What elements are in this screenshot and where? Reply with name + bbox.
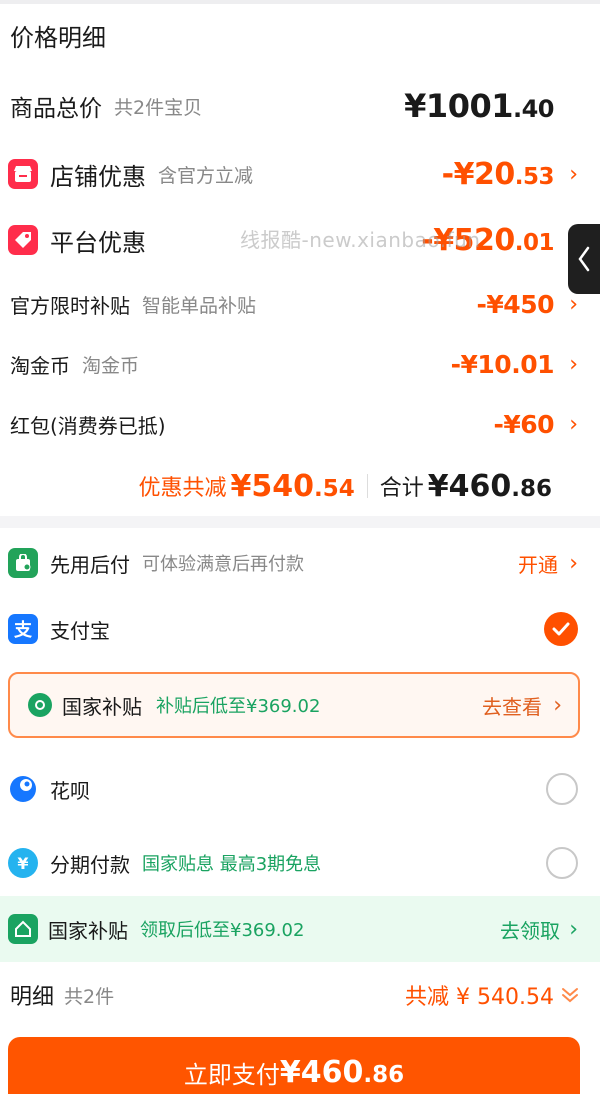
total-price-label: 商品总价 xyxy=(10,96,102,122)
divider xyxy=(366,474,368,498)
total-price-row: 商品总价 共2件宝贝 ¥1001.40 xyxy=(0,86,600,126)
grand-total-int: ¥460 xyxy=(427,468,512,504)
shop-icon xyxy=(8,159,38,189)
pay-now-dec: .86 xyxy=(363,1061,405,1088)
taojinbi-label: 淘金币 xyxy=(10,353,70,378)
red-packet-value: -¥60 xyxy=(493,409,554,439)
item-count: 共2件宝贝 xyxy=(114,96,203,119)
subsidy-box-action[interactable]: 去查看 xyxy=(482,691,542,720)
detail-saving: 共减 ¥ 540.54 xyxy=(405,985,554,1010)
taojinbi-row[interactable]: 淘金币 淘金币 -¥10.01 › xyxy=(0,344,600,384)
platform-discount-label: 平台优惠 xyxy=(50,228,146,257)
chevron-right-icon: › xyxy=(569,411,578,437)
platform-discount-dec: .01 xyxy=(514,229,555,256)
platform-discount-value: -¥520.01 xyxy=(421,223,554,258)
red-packet-row[interactable]: 红包(消费券已抵) -¥60 › xyxy=(0,404,600,444)
detail-label: 明细 xyxy=(10,985,55,1010)
huabei-icon xyxy=(8,774,38,804)
discount-total-value: ¥540.54 xyxy=(230,469,354,504)
total-price-value: ¥1001.40 xyxy=(404,87,554,125)
page-title-text: 价格明细 xyxy=(10,24,106,52)
shop-discount-row[interactable]: 店铺优惠 含官方立减 -¥20.53 › xyxy=(0,152,600,196)
pay-later-action[interactable]: 开通 xyxy=(518,549,558,578)
national-subsidy-band[interactable]: 国家补贴 领取后低至¥369.02 去领取 › xyxy=(0,896,600,962)
alipay-row[interactable]: 支 支付宝 xyxy=(0,608,600,650)
page-title: 价格明细 xyxy=(10,18,106,53)
shop-discount-dec: .53 xyxy=(514,163,555,190)
installment-label: 分期付款 xyxy=(50,852,130,877)
huabei-radio[interactable] xyxy=(546,773,578,805)
detail-row[interactable]: 明细 共2件 共减 ¥ 540.54 xyxy=(0,974,600,1016)
discount-total-label: 优惠共减 xyxy=(138,476,227,501)
taojinbi-value: -¥10.01 xyxy=(450,349,555,379)
official-subsidy-label: 官方限时补贴 xyxy=(10,293,130,318)
check-icon xyxy=(552,622,570,636)
grand-total-label: 合计 xyxy=(379,476,424,501)
pay-now-button[interactable]: 立即支付 ¥460.86 xyxy=(8,1037,580,1094)
chevron-right-icon: › xyxy=(569,916,578,942)
total-price-int: ¥1001 xyxy=(404,87,513,125)
shop-discount-value: -¥20.53 xyxy=(441,156,555,192)
chevron-right-icon: › xyxy=(553,692,562,718)
shop-discount-label: 店铺优惠 xyxy=(50,162,146,191)
subsidy-home-icon xyxy=(8,914,38,944)
shop-discount-sub: 含官方立减 xyxy=(158,164,254,187)
chevron-right-icon: › xyxy=(569,161,578,187)
alipay-label: 支付宝 xyxy=(50,618,110,643)
official-subsidy-row[interactable]: 官方限时补贴 智能单品补贴 -¥450 › xyxy=(0,284,600,324)
taojinbi-sub: 淘金币 xyxy=(82,354,140,377)
pay-now-int: ¥460 xyxy=(279,1054,364,1090)
subsidy-icon xyxy=(28,693,52,717)
price-detail-card: 价格明细 商品总价 共2件宝贝 ¥1001.40 店铺优惠 含官方立减 -¥20… xyxy=(0,0,600,516)
pay-now-price: ¥460.86 xyxy=(280,1055,404,1090)
official-subsidy-sub: 智能单品补贴 xyxy=(142,294,257,317)
red-packet-label: 红包(消费券已抵) xyxy=(10,413,166,438)
chevron-right-icon: › xyxy=(569,351,578,377)
grand-total-dec: .86 xyxy=(511,475,552,502)
tag-icon xyxy=(8,225,38,255)
chevron-left-icon xyxy=(578,246,590,272)
national-subsidy-box[interactable]: 国家补贴 补贴后低至¥369.02 去查看 › xyxy=(8,672,580,738)
huabei-row[interactable]: 花呗 xyxy=(0,768,600,810)
subsidy-box-label: 国家补贴 xyxy=(62,694,142,719)
pay-later-label: 先用后付 xyxy=(50,552,130,577)
installment-row[interactable]: ¥ 分期付款 国家贴息 最高3期免息 xyxy=(0,842,600,884)
alipay-selected-check[interactable] xyxy=(544,612,578,646)
discount-total-dec: .54 xyxy=(313,475,355,502)
chevron-right-icon: › xyxy=(569,291,578,317)
alipay-icon: 支 xyxy=(8,614,38,644)
pay-later-row[interactable]: 先用后付 可体验满意后再付款 开通 › xyxy=(0,542,600,584)
side-collapse-tab[interactable] xyxy=(568,224,600,294)
subsidy-band-label: 国家补贴 xyxy=(48,918,128,943)
huabei-label: 花呗 xyxy=(50,778,90,803)
installment-icon: ¥ xyxy=(8,848,38,878)
platform-discount-int: -¥520 xyxy=(421,222,515,258)
pay-now-label: 立即支付 xyxy=(183,1060,280,1089)
platform-discount-row[interactable]: 平台优惠 -¥520.01 xyxy=(0,218,600,262)
official-subsidy-value: -¥450 xyxy=(476,289,555,319)
subsidy-band-action[interactable]: 去领取 xyxy=(500,915,560,944)
alipay-glyph: 支 xyxy=(14,620,32,641)
grand-total-value: ¥460.86 xyxy=(428,469,552,504)
double-chevron-down-icon[interactable] xyxy=(560,985,580,1005)
subsidy-band-sub: 领取后低至¥369.02 xyxy=(140,920,305,941)
summary-row: 优惠共减 ¥540.54 合计 ¥460.86 xyxy=(0,464,600,508)
chevron-right-icon: › xyxy=(569,550,578,576)
shopping-bag-icon xyxy=(8,548,38,578)
total-price-dec: .40 xyxy=(512,95,555,123)
discount-total-int: ¥540 xyxy=(230,468,314,504)
detail-count: 共2件 xyxy=(64,985,115,1008)
installment-sub: 国家贴息 最高3期免息 xyxy=(142,854,322,875)
pay-later-sub: 可体验满意后再付款 xyxy=(142,554,304,575)
installment-radio[interactable] xyxy=(546,847,578,879)
subsidy-box-sub: 补贴后低至¥369.02 xyxy=(156,696,321,717)
yuan-glyph: ¥ xyxy=(17,853,29,873)
shop-discount-int: -¥20 xyxy=(441,156,516,192)
